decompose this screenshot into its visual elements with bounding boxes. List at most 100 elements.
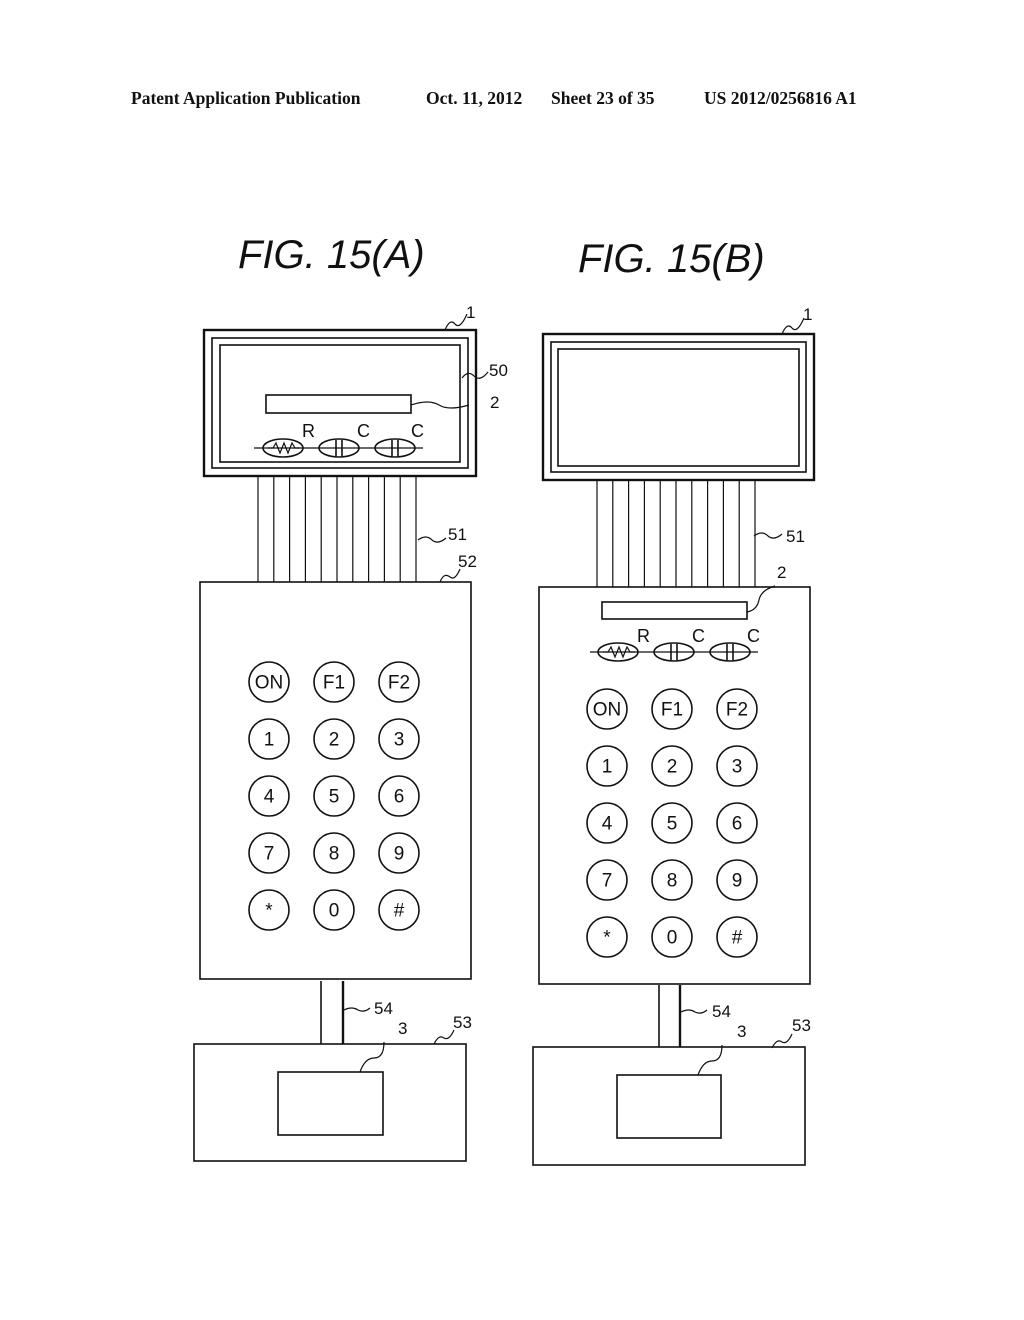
- key-3[interactable]: 3: [378, 718, 420, 760]
- key-1[interactable]: 1: [586, 745, 628, 787]
- key-9[interactable]: 9: [716, 859, 758, 901]
- key-2[interactable]: 2: [651, 745, 693, 787]
- display-middle-frame: [550, 341, 807, 473]
- patent-drawing: FIG. 15(A) R C C 1 50 2 51 52 ON F1 F21 …: [193, 233, 816, 1166]
- key-label: *: [265, 901, 273, 922]
- key-star[interactable]: *: [248, 889, 290, 931]
- key-9[interactable]: 9: [378, 832, 420, 874]
- component-label-r: R: [302, 421, 315, 441]
- key-label: 2: [329, 730, 340, 751]
- display-unit: R C C 1 50 2: [202, 303, 508, 478]
- key-star[interactable]: *: [586, 916, 628, 958]
- key-on[interactable]: ON: [586, 688, 628, 730]
- ref-label-52: 52: [458, 552, 477, 571]
- key-f2[interactable]: F2: [716, 688, 758, 730]
- rc-component-row: R C C: [590, 626, 760, 662]
- figure-15a: FIG. 15(A) R C C 1 50 2 51 52 ON F1 F21 …: [193, 233, 508, 1162]
- key-label: 1: [602, 757, 613, 778]
- key-label: 9: [394, 844, 405, 865]
- ref-label-54: 54: [374, 999, 393, 1018]
- display-inner-frame: [219, 344, 461, 463]
- ref-label-2: 2: [490, 393, 499, 412]
- ref-label-1: 1: [803, 305, 812, 324]
- key-4[interactable]: 4: [586, 802, 628, 844]
- key-label: 5: [329, 787, 340, 808]
- base-unit: [193, 1043, 467, 1162]
- leader-line-54: [343, 1007, 371, 1012]
- leader-line-53: [433, 1029, 455, 1045]
- key-6[interactable]: 6: [716, 802, 758, 844]
- key-label: 1: [264, 730, 275, 751]
- leader-line-52: [439, 568, 461, 583]
- key-label: F2: [388, 673, 410, 694]
- key-8[interactable]: 8: [651, 859, 693, 901]
- chip: [277, 1071, 384, 1136]
- display-strip: [601, 601, 748, 620]
- key-0[interactable]: 0: [313, 889, 355, 931]
- ribbon-cable: [257, 477, 417, 582]
- ref-label-3: 3: [737, 1022, 746, 1041]
- keypad: ON F1 F2 1 2 3 4 5 6 7 8 9 * 0 #: [248, 661, 420, 931]
- ref-label-3: 3: [398, 1019, 407, 1038]
- component-label-c: C: [411, 421, 424, 441]
- leader-line-1: [781, 317, 805, 335]
- key-label: #: [732, 928, 743, 949]
- ref-label-51: 51: [448, 525, 467, 544]
- display-strip: [265, 394, 412, 414]
- key-f1[interactable]: F1: [651, 688, 693, 730]
- ref-label-53: 53: [453, 1013, 472, 1032]
- leader-line-51: [417, 536, 447, 543]
- key-3[interactable]: 3: [716, 745, 758, 787]
- display-inner-frame: [557, 348, 800, 467]
- leader-line-54: [680, 1009, 708, 1014]
- key-8[interactable]: 8: [313, 832, 355, 874]
- key-label: F1: [323, 673, 345, 694]
- key-label: 3: [394, 730, 405, 751]
- figure-title: FIG. 15(B): [578, 237, 765, 281]
- key-4[interactable]: 4: [248, 775, 290, 817]
- component-label-c: C: [692, 626, 705, 646]
- key-f2[interactable]: F2: [378, 661, 420, 703]
- chip: [616, 1074, 722, 1139]
- key-label: 8: [667, 871, 678, 892]
- key-5[interactable]: 5: [313, 775, 355, 817]
- key-label: 9: [732, 871, 743, 892]
- key-f1[interactable]: F1: [313, 661, 355, 703]
- figure-title: FIG. 15(A): [238, 233, 425, 277]
- key-label: 7: [264, 844, 275, 865]
- ref-label-50: 50: [489, 361, 508, 380]
- rc-component-row: R C C: [254, 421, 424, 458]
- key-label: 6: [732, 814, 743, 835]
- key-label: 2: [667, 757, 678, 778]
- key-label: ON: [593, 700, 622, 721]
- ref-label-51: 51: [786, 527, 805, 546]
- key-label: 4: [264, 787, 275, 808]
- ref-label-1: 1: [466, 303, 475, 322]
- figure-15b: FIG. 15(B) 1 51 2 R C C ON F1 F21 2 34 5…: [532, 237, 816, 1166]
- key-hash[interactable]: #: [378, 889, 420, 931]
- keypad: ON F1 F2 1 2 3 4 5 6 7 8 9 * 0 #: [586, 688, 758, 958]
- key-2[interactable]: 2: [313, 718, 355, 760]
- key-label: 5: [667, 814, 678, 835]
- leader-line-1: [444, 313, 468, 331]
- ribbon-cable: [596, 481, 756, 587]
- key-1[interactable]: 1: [248, 718, 290, 760]
- component-label-c: C: [747, 626, 760, 646]
- key-7[interactable]: 7: [248, 832, 290, 874]
- key-5[interactable]: 5: [651, 802, 693, 844]
- component-label-c: C: [357, 421, 370, 441]
- key-hash[interactable]: #: [716, 916, 758, 958]
- key-7[interactable]: 7: [586, 859, 628, 901]
- ref-label-2: 2: [777, 563, 786, 582]
- key-label: F1: [661, 700, 683, 721]
- key-label: 4: [602, 814, 613, 835]
- key-6[interactable]: 6: [378, 775, 420, 817]
- key-label: F2: [726, 700, 748, 721]
- key-0[interactable]: 0: [651, 916, 693, 958]
- ref-label-54: 54: [712, 1002, 731, 1021]
- key-on[interactable]: ON: [248, 661, 290, 703]
- component-label-r: R: [637, 626, 650, 646]
- key-label: ON: [255, 673, 284, 694]
- ref-label-53: 53: [792, 1016, 811, 1035]
- key-label: 0: [667, 928, 678, 949]
